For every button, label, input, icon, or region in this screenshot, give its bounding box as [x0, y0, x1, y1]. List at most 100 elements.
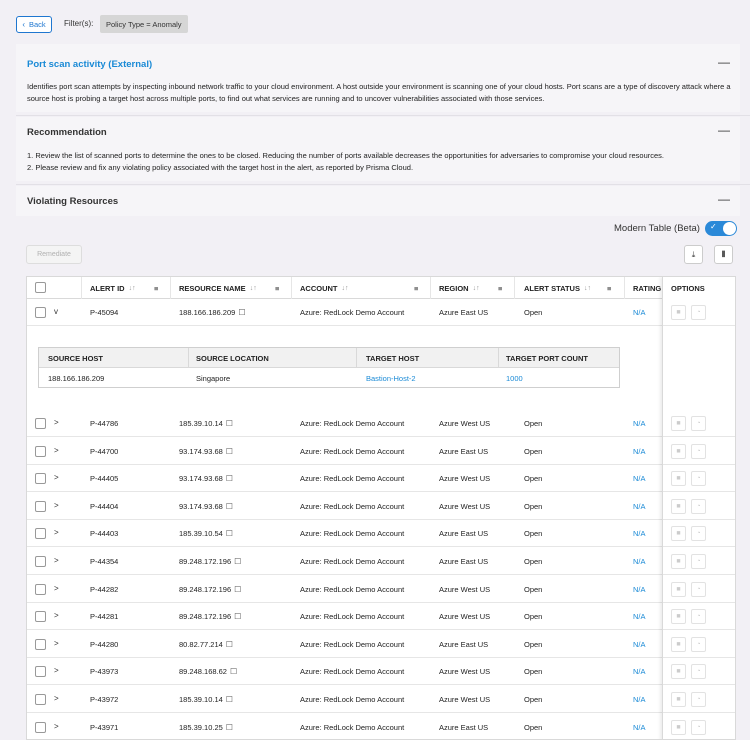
snooze-button[interactable]: ◔: [691, 581, 706, 597]
resolve-button[interactable]: ■: [671, 692, 686, 707]
external-link-icon[interactable]: ☐: [226, 640, 233, 649]
remediate-button[interactable]: Remediate: [26, 245, 82, 264]
table-row[interactable]: > P-44403 185.39.10.54 ☐ Azure: RedLock Demo…: [27, 520, 735, 548]
alert-id[interactable]: P-43971: [90, 723, 118, 732]
snooze-button[interactable]: ◔: [691, 498, 706, 514]
row-checkbox[interactable]: [35, 528, 46, 540]
rating-link[interactable]: N/A: [633, 695, 646, 704]
alert-id[interactable]: P-44281: [90, 612, 118, 621]
target-port-count-link[interactable]: 1000: [506, 374, 523, 383]
back-button[interactable]: ‹ Back: [16, 16, 52, 33]
external-link-icon[interactable]: ☐: [234, 612, 241, 621]
snooze-button[interactable]: ◔: [691, 719, 706, 735]
expand-row-icon[interactable]: >: [54, 694, 59, 703]
modern-table-toggle[interactable]: ✓: [705, 221, 737, 236]
rating-link[interactable]: N/A: [633, 308, 646, 317]
rating-link[interactable]: N/A: [633, 723, 646, 732]
resource-name[interactable]: 89.248.168.62 ☐: [179, 667, 237, 676]
resolve-button[interactable]: ■: [671, 471, 686, 487]
filter-chip[interactable]: Policy Type = Anomaly: [100, 15, 188, 33]
snooze-button[interactable]: ◔: [691, 416, 706, 431]
column-alert-id[interactable]: ALERT ID ↓↑: [90, 277, 136, 299]
alert-id[interactable]: P-45094: [90, 308, 118, 317]
alert-id[interactable]: P-43973: [90, 667, 118, 676]
rating-link[interactable]: N/A: [633, 585, 646, 594]
resource-name[interactable]: 185.39.10.54 ☐: [179, 529, 233, 538]
external-link-icon[interactable]: ☐: [226, 529, 233, 538]
expand-row-icon[interactable]: >: [54, 722, 59, 731]
expand-row-icon[interactable]: >: [54, 501, 59, 510]
snooze-button[interactable]: ◔: [691, 636, 706, 652]
row-checkbox[interactable]: [35, 307, 46, 318]
table-row[interactable]: > P-44700 93.174.93.68 ☐ Azure: RedLock Demo…: [27, 437, 735, 465]
target-host-link[interactable]: Bastion-Host-2: [366, 374, 416, 383]
policy-title[interactable]: Port scan activity (External): [27, 59, 152, 70]
external-link-icon[interactable]: ☐: [226, 474, 233, 483]
alert-id[interactable]: P-43972: [90, 695, 118, 704]
alert-id[interactable]: P-44700: [90, 447, 118, 456]
download-button[interactable]: ⤓: [684, 245, 703, 264]
resolve-button[interactable]: ■: [671, 581, 686, 597]
resolve-button[interactable]: ■: [671, 498, 686, 514]
alert-id[interactable]: P-44280: [90, 640, 118, 649]
column-region[interactable]: REGION ↓↑: [439, 277, 480, 299]
resource-name[interactable]: 89.248.172.196 ☐: [179, 585, 241, 594]
rating-link[interactable]: N/A: [633, 474, 646, 483]
alert-id[interactable]: P-44786: [90, 419, 118, 428]
resolve-button[interactable]: ■: [671, 719, 686, 735]
table-row[interactable]: > P-44281 89.248.172.196 ☐ Azure: RedLock De…: [27, 603, 735, 631]
resource-name[interactable]: 93.174.93.68 ☐: [179, 502, 233, 511]
snooze-button[interactable]: ◔: [691, 554, 706, 569]
collapse-recommendation-icon[interactable]: —: [718, 123, 730, 137]
resolve-button[interactable]: ■: [671, 609, 686, 625]
resource-name[interactable]: 89.248.172.196 ☐: [179, 612, 241, 621]
expand-row-icon[interactable]: >: [54, 666, 59, 675]
row-checkbox[interactable]: [35, 583, 46, 595]
row-checkbox[interactable]: [35, 721, 46, 733]
external-link-icon[interactable]: ☐: [234, 557, 241, 566]
external-link-icon[interactable]: ☐: [226, 502, 233, 511]
resolve-button[interactable]: ■: [671, 554, 686, 569]
resolve-button[interactable]: ■: [671, 443, 686, 459]
resource-name[interactable]: 93.174.93.68 ☐: [179, 447, 233, 456]
expand-row-icon[interactable]: >: [54, 473, 59, 482]
table-row[interactable]: > P-44280 80.82.77.214 ☐ Azure: RedLock Demo…: [27, 630, 735, 658]
resolve-button[interactable]: ■: [671, 664, 686, 680]
snooze-button[interactable]: ◔: [691, 664, 706, 680]
expand-row-icon[interactable]: >: [54, 611, 59, 620]
table-row[interactable]: > P-44405 93.174.93.68 ☐ Azure: RedLock Demo…: [27, 465, 735, 493]
snooze-button[interactable]: ◔: [691, 609, 706, 625]
resource-name[interactable]: 80.82.77.214 ☐: [179, 640, 233, 649]
table-row[interactable]: > P-43972 185.39.10.14 ☐ Azure: RedLock Demo…: [27, 686, 735, 713]
row-checkbox[interactable]: [35, 638, 46, 650]
row-checkbox[interactable]: [35, 666, 46, 678]
rating-link[interactable]: N/A: [633, 640, 646, 649]
snooze-button[interactable]: ◔: [691, 692, 706, 707]
snooze-button[interactable]: ◔: [691, 305, 706, 320]
column-account[interactable]: ACCOUNT ↓↑: [300, 277, 349, 299]
resource-name[interactable]: 89.248.172.196 ☐: [179, 557, 241, 566]
expand-row-icon[interactable]: >: [54, 528, 59, 537]
snooze-button[interactable]: ◔: [691, 471, 706, 487]
column-menu-icon[interactable]: ≡: [154, 277, 158, 299]
external-link-icon[interactable]: ☐: [230, 667, 237, 676]
alert-id[interactable]: P-44354: [90, 557, 118, 566]
expand-row-icon[interactable]: >: [54, 556, 59, 565]
expand-row-icon[interactable]: >: [54, 446, 59, 455]
rating-link[interactable]: N/A: [633, 557, 646, 566]
column-menu-icon[interactable]: ≡: [498, 277, 502, 299]
alert-id[interactable]: P-44405: [90, 474, 118, 483]
external-link-icon[interactable]: ☐: [238, 308, 245, 317]
table-row[interactable]: > P-44354 89.248.172.196 ☐ Azure: RedLock De…: [27, 548, 735, 575]
collapse-policy-icon[interactable]: —: [718, 55, 730, 69]
resolve-button[interactable]: ■: [671, 416, 686, 431]
column-rating[interactable]: RATING: [633, 277, 661, 299]
alert-id[interactable]: P-44403: [90, 529, 118, 538]
rating-link[interactable]: N/A: [633, 529, 646, 538]
select-all-checkbox[interactable]: [35, 282, 46, 293]
row-checkbox[interactable]: [35, 694, 46, 705]
row-checkbox[interactable]: [35, 611, 46, 623]
rating-link[interactable]: N/A: [633, 447, 646, 456]
rating-link[interactable]: N/A: [633, 667, 646, 676]
columns-button[interactable]: ⦀: [714, 245, 733, 264]
